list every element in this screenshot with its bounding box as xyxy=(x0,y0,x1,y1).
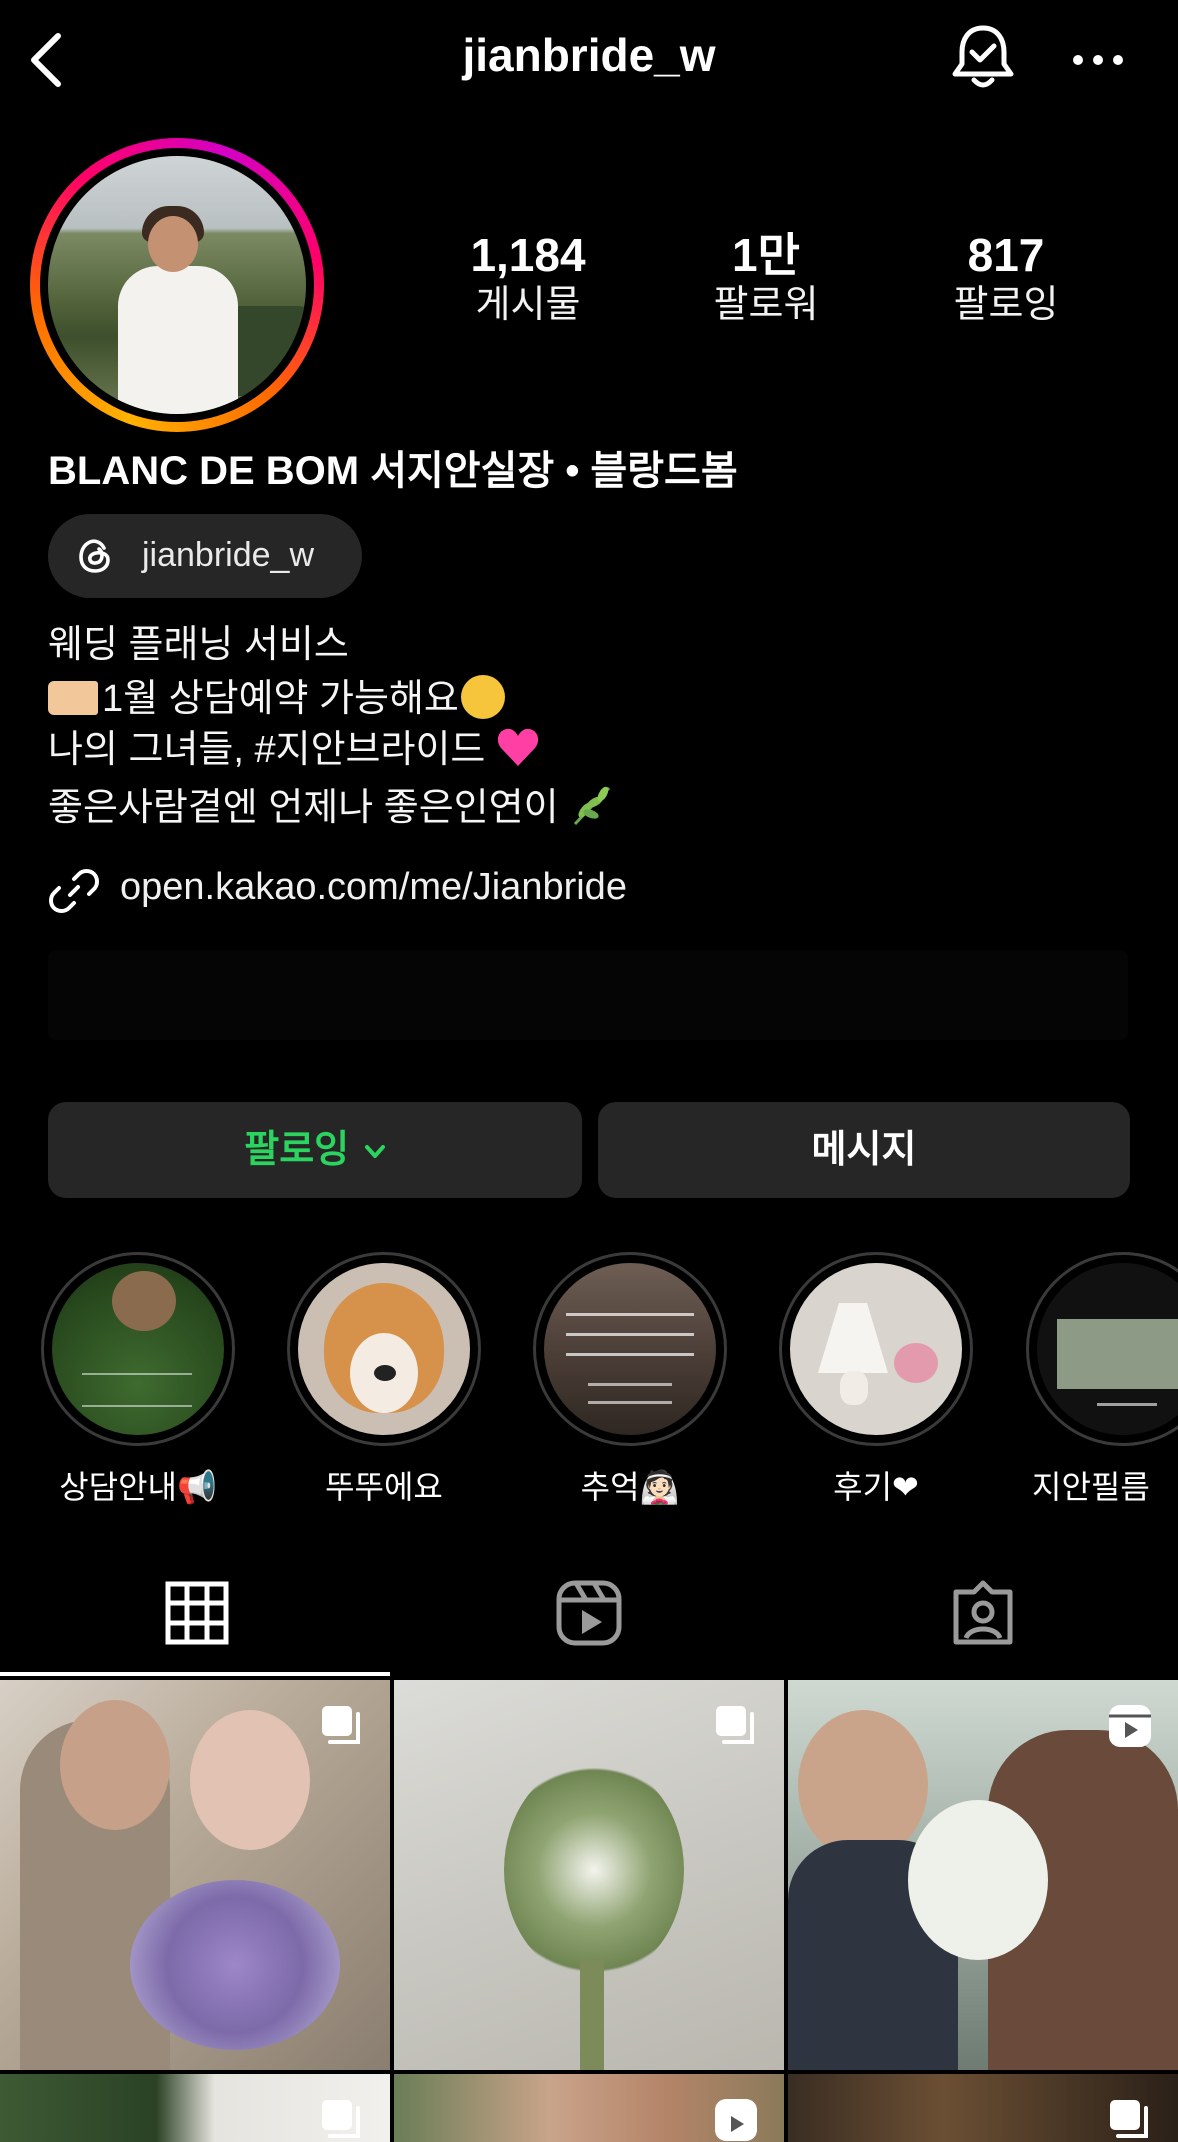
grid-post[interactable] xyxy=(394,1680,784,2070)
following-stat[interactable]: 817 팔로잉 xyxy=(906,228,1106,328)
highlight-label: 상담안내📢 xyxy=(59,1469,217,1505)
avatar-photo xyxy=(48,156,306,414)
bell-check-icon xyxy=(952,25,1014,88)
notification-button[interactable] xyxy=(950,22,1016,92)
posts-label: 게시물 xyxy=(475,284,581,326)
story-ring-avatar[interactable] xyxy=(30,138,324,432)
message-button[interactable]: 메시지 xyxy=(598,1102,1130,1198)
following-label: 팔로잉 xyxy=(953,284,1059,326)
highlight-reviews[interactable]: 후기❤ xyxy=(776,1252,976,1508)
herb-icon xyxy=(573,786,610,826)
following-button[interactable]: 팔로잉 xyxy=(48,1102,582,1198)
bio-line-3: 나의 그녀들, #지안브라이드 xyxy=(48,724,541,775)
grid-post[interactable] xyxy=(0,2074,390,2142)
tagged-icon xyxy=(953,1580,1013,1645)
tab-tagged[interactable] xyxy=(948,1578,1018,1648)
blurred-region xyxy=(48,950,1128,1040)
highlight-label: 뚜뚜에요 xyxy=(325,1469,443,1505)
display-name: BLANC DE BOM 서지안실장 • 블랑드봄 xyxy=(48,449,738,493)
reel-badge-icon xyxy=(715,2099,757,2141)
pink-heart-icon xyxy=(498,728,539,766)
highlight-label: 지안필름 xyxy=(1032,1469,1150,1505)
bio-line-4-text: 좋은사람곁엔 언제나 좋은인연이 xyxy=(48,787,559,829)
followers-label: 팔로워 xyxy=(713,284,819,326)
grid-post[interactable] xyxy=(788,1680,1178,2070)
more-horizontal-icon xyxy=(1073,55,1123,65)
bio-line-4: 좋은사람곁엔 언제나 좋은인연이 xyxy=(48,780,617,833)
highlight-film[interactable]: 지안필름 xyxy=(1020,1252,1178,1508)
followers-count: 1만 xyxy=(732,229,800,281)
carousel-icon xyxy=(716,1706,754,1744)
grid-post[interactable] xyxy=(394,2074,784,2142)
grid-post[interactable] xyxy=(0,1680,390,2070)
highlight-label: 후기❤ xyxy=(833,1469,919,1505)
link-icon xyxy=(49,869,99,913)
tab-reels[interactable] xyxy=(554,1578,624,1648)
profile-link[interactable]: open.kakao.com/me/Jianbride xyxy=(120,866,627,909)
bio-line-2-text: 1월 상담예약 가능해요 xyxy=(102,678,459,720)
reel-badge-icon xyxy=(1109,1705,1151,1747)
following-count: 817 xyxy=(967,229,1045,281)
following-button-label: 팔로잉 xyxy=(244,1129,350,1171)
bio-line-1: 웨딩 플래닝 서비스 xyxy=(48,624,349,666)
threads-icon xyxy=(79,539,110,573)
smiling-face-icon xyxy=(460,675,505,719)
label-tag-icon xyxy=(48,681,98,715)
posts-stat[interactable]: 1,184 게시물 xyxy=(428,228,628,328)
followers-stat[interactable]: 1만 팔로워 xyxy=(666,228,866,328)
carousel-icon xyxy=(1110,2100,1148,2138)
chevron-down-icon xyxy=(364,1145,385,1158)
highlight-dog[interactable]: 뚜뚜에요 xyxy=(284,1252,484,1508)
posts-count: 1,184 xyxy=(470,229,586,281)
grid-icon xyxy=(165,1581,229,1645)
active-tab-indicator xyxy=(0,1672,390,1676)
tab-grid[interactable] xyxy=(162,1578,232,1648)
more-options-button[interactable] xyxy=(1068,40,1128,80)
bio-line-2: 1월 상담예약 가능해요 xyxy=(48,674,505,724)
carousel-icon xyxy=(322,1706,360,1744)
highlight-memories[interactable]: 추억👰🏻 xyxy=(530,1252,730,1508)
reels-icon xyxy=(556,1580,622,1646)
threads-badge[interactable]: jianbride_w xyxy=(48,514,362,598)
threads-handle: jianbride_w xyxy=(142,536,314,574)
grid-post[interactable] xyxy=(788,2074,1178,2142)
carousel-icon xyxy=(322,2100,360,2138)
highlight-consult[interactable]: 상담안내📢 xyxy=(38,1252,238,1508)
bio-line-3-text: 나의 그녀들, #지안브라이드 xyxy=(48,729,486,771)
highlight-label: 추억👰🏻 xyxy=(580,1469,680,1505)
